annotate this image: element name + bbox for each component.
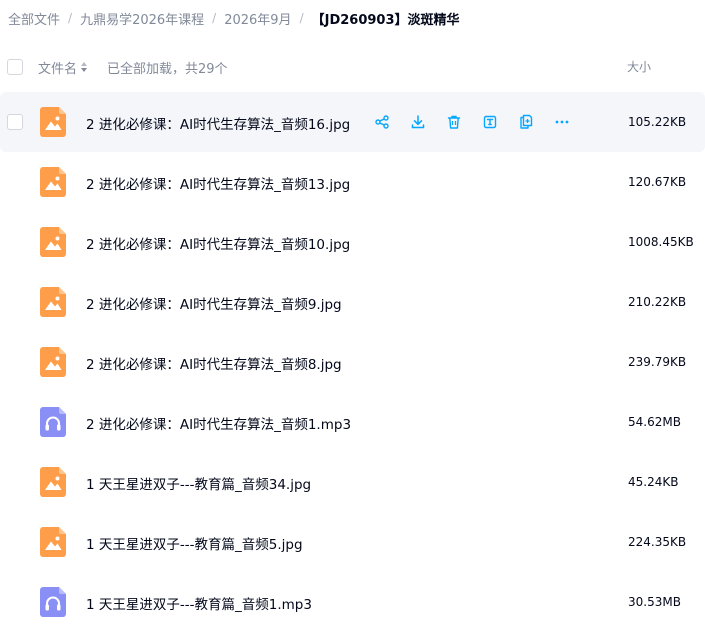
- file-row[interactable]: 2 进化必修课：AI时代生存算法_音频13.jpg 120.67KB: [0, 152, 705, 212]
- delete-icon: [446, 114, 462, 130]
- file-size: 224.35KB: [628, 535, 687, 549]
- rename-icon: [482, 114, 498, 130]
- file-row[interactable]: 1 天王星进双子---教育篇_音频5.jpg 224.35KB: [0, 512, 705, 572]
- size-column-label[interactable]: 大小: [627, 58, 651, 75]
- file-row[interactable]: 1 天王星进双子---教育篇_音频34.jpg 45.24KB: [0, 452, 705, 512]
- breadcrumb-september[interactable]: 2026年9月: [224, 9, 291, 28]
- download-icon: [410, 114, 426, 130]
- file-name[interactable]: 2 进化必修课：AI时代生存算法_音频8.jpg: [86, 353, 342, 373]
- image-file-icon: [40, 347, 66, 377]
- image-file-icon: [40, 107, 66, 137]
- file-size: 210.22KB: [628, 295, 687, 309]
- copy-icon: [518, 114, 534, 130]
- file-row[interactable]: 2 进化必修课：AI时代生存算法_音频8.jpg 239.79KB: [0, 332, 705, 392]
- delete-button[interactable]: [442, 110, 466, 134]
- file-size: 120.67KB: [628, 175, 687, 189]
- file-name[interactable]: 2 进化必修课：AI时代生存算法_音频1.mp3: [86, 413, 351, 433]
- loaded-count-text: 已全部加载，共29个: [107, 62, 228, 77]
- file-row[interactable]: 2 进化必修课：AI时代生存算法_音频10.jpg 1008.45KB: [0, 212, 705, 272]
- file-size: 30.53MB: [628, 595, 681, 609]
- file-size: 1008.45KB: [628, 235, 694, 249]
- breadcrumb-course-2026[interactable]: 九鼎易学2026年课程: [80, 9, 204, 28]
- file-row-checkbox[interactable]: [7, 114, 23, 130]
- sort-icon: [81, 61, 88, 74]
- file-name[interactable]: 2 进化必修课：AI时代生存算法_音频10.jpg: [86, 233, 350, 253]
- file-size: 239.79KB: [628, 355, 687, 369]
- file-row[interactable]: 1 天王星进双子---教育篇_音频1.mp3 30.53MB: [0, 572, 705, 632]
- file-list: 2 进化必修课：AI时代生存算法_音频16.jpg 105.22KB 2 进化必修课…: [0, 92, 705, 632]
- file-size: 45.24KB: [628, 475, 679, 489]
- list-header: 文件名 已全部加载，共29个 大小: [0, 52, 705, 82]
- breadcrumb-separator: /: [212, 11, 217, 25]
- image-file-icon: [40, 287, 66, 317]
- sort-by-name-header[interactable]: 文件名: [38, 58, 88, 77]
- more-icon: [554, 114, 570, 130]
- share-icon: [374, 114, 390, 130]
- name-column-label: 文件名: [38, 62, 78, 77]
- file-size: 105.22KB: [628, 115, 687, 129]
- file-size: 54.62MB: [628, 415, 681, 429]
- file-name[interactable]: 2 进化必修课：AI时代生存算法_音频13.jpg: [86, 173, 350, 193]
- breadcrumb-separator: /: [299, 11, 304, 25]
- file-name[interactable]: 1 天王星进双子---教育篇_音频34.jpg: [86, 473, 311, 493]
- audio-file-icon: [40, 587, 66, 617]
- file-row[interactable]: 2 进化必修课：AI时代生存算法_音频9.jpg 210.22KB: [0, 272, 705, 332]
- file-name[interactable]: 1 天王星进双子---教育篇_音频5.jpg: [86, 533, 303, 553]
- rename-button[interactable]: [478, 110, 502, 134]
- file-row[interactable]: 2 进化必修课：AI时代生存算法_音频1.mp3 54.62MB: [0, 392, 705, 452]
- image-file-icon: [40, 167, 66, 197]
- row-actions: [364, 106, 580, 138]
- breadcrumb-all-files[interactable]: 全部文件: [8, 9, 60, 28]
- select-all-checkbox[interactable]: [7, 59, 23, 75]
- file-name[interactable]: 1 天王星进双子---教育篇_音频1.mp3: [86, 593, 312, 613]
- image-file-icon: [40, 227, 66, 257]
- share-button[interactable]: [370, 110, 394, 134]
- breadcrumb: 全部文件 / 九鼎易学2026年课程 / 2026年9月 / 【JD260903…: [8, 8, 460, 28]
- more-button[interactable]: [550, 110, 574, 134]
- breadcrumb-separator: /: [68, 11, 73, 25]
- breadcrumb-current-folder: 【JD260903】淡斑精华: [311, 12, 460, 28]
- image-file-icon: [40, 467, 66, 497]
- file-row[interactable]: 2 进化必修课：AI时代生存算法_音频16.jpg 105.22KB: [0, 92, 705, 152]
- audio-file-icon: [40, 407, 66, 437]
- image-file-icon: [40, 527, 66, 557]
- file-name[interactable]: 2 进化必修课：AI时代生存算法_音频16.jpg: [86, 113, 350, 133]
- download-button[interactable]: [406, 110, 430, 134]
- copy-button[interactable]: [514, 110, 538, 134]
- file-name[interactable]: 2 进化必修课：AI时代生存算法_音频9.jpg: [86, 293, 342, 313]
